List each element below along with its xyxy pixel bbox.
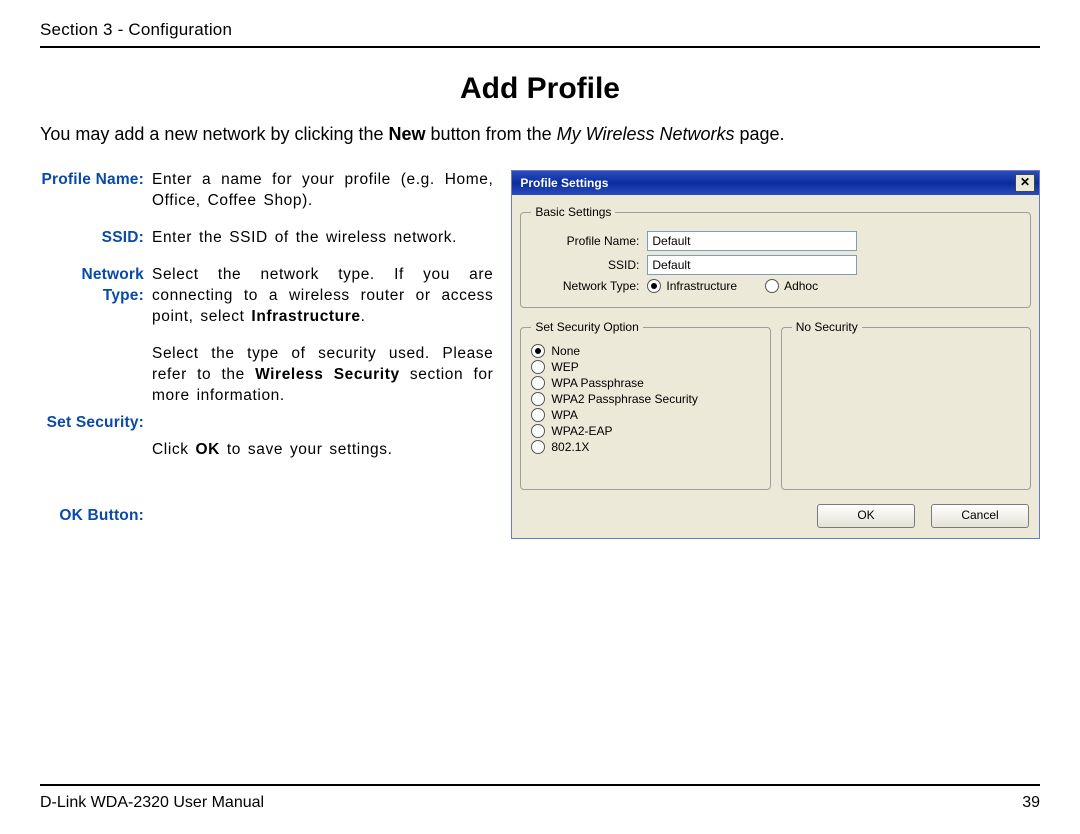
sec-opt-8021x[interactable]: 802.1X xyxy=(531,440,759,454)
intro-paragraph: You may add a new network by clicking th… xyxy=(40,122,1040,146)
window-titlebar: Profile Settings ✕ xyxy=(512,171,1039,195)
def-set-security: Set Security: xyxy=(40,413,493,434)
intro-new-bold: New xyxy=(389,124,426,144)
def-desc-security2: Click OK to save your settings. xyxy=(150,440,493,461)
window-body: Basic Settings Profile Name: Default SSI… xyxy=(512,195,1039,538)
def-label-ssid: SSID: xyxy=(40,228,150,249)
no-security-group: No Security xyxy=(781,320,1031,490)
radio-icon xyxy=(531,376,545,390)
footer-left: D-Link WDA-2320 User Manual xyxy=(40,794,264,812)
radio-icon xyxy=(765,279,779,293)
radio-icon xyxy=(531,360,545,374)
def-ssid: SSID: Enter the SSID of the wireless net… xyxy=(40,228,493,249)
section-header: Section 3 - Configuration xyxy=(40,20,1040,48)
radio-icon xyxy=(531,408,545,422)
intro-text-after: page. xyxy=(734,124,784,144)
sec-opt-wpa-passphrase[interactable]: WPA Passphrase xyxy=(531,376,759,390)
intro-page-ref: My Wireless Networks xyxy=(557,124,735,144)
profile-name-row: Profile Name: Default xyxy=(531,231,1020,251)
sec-opt-wpa2-passphrase[interactable]: WPA2 Passphrase Security xyxy=(531,392,759,406)
radio-infrastructure[interactable]: Infrastructure xyxy=(647,279,737,293)
def-label-network-type: Network Type: xyxy=(40,265,150,307)
sec-opt-wpapass-label: WPA Passphrase xyxy=(551,376,643,390)
intro-text-mid: button from the xyxy=(426,124,557,144)
intro-text-before: You may add a new network by clicking th… xyxy=(40,124,389,144)
sec-opt-wpa[interactable]: WPA xyxy=(531,408,759,422)
sec-opt-wep-label: WEP xyxy=(551,360,578,374)
network-type-label: Network Type: xyxy=(531,279,647,293)
sec-opt-wpa-label: WPA xyxy=(551,408,577,422)
radio-icon xyxy=(531,392,545,406)
def-desc-network-type: Select the network type. If you are conn… xyxy=(150,265,493,328)
def-label-ok-button: OK Button: xyxy=(40,506,150,527)
def-nettype-bold: Infrastructure xyxy=(251,308,360,325)
definitions-column: Profile Name: Enter a name for your prof… xyxy=(40,170,493,543)
sec-opt-8021x-label: 802.1X xyxy=(551,440,589,454)
radio-icon xyxy=(531,424,545,438)
ssid-input[interactable]: Default xyxy=(647,255,857,275)
profile-name-label: Profile Name: xyxy=(531,234,647,248)
def-sec2-a: Click xyxy=(152,441,196,458)
cancel-button[interactable]: Cancel xyxy=(931,504,1029,528)
profile-name-input[interactable]: Default xyxy=(647,231,857,251)
def-network-type: Network Type: Select the network type. I… xyxy=(40,265,493,328)
radio-icon xyxy=(531,344,545,358)
radio-icon xyxy=(647,279,661,293)
no-security-legend: No Security xyxy=(792,320,862,334)
ssid-label: SSID: xyxy=(531,258,647,272)
def-label-set-security: Set Security: xyxy=(40,413,150,434)
radio-adhoc-label: Adhoc xyxy=(784,279,818,293)
def-sec2-c: to save your settings. xyxy=(220,441,393,458)
network-type-row: Network Type: Infrastructure Adhoc xyxy=(531,279,1020,293)
page-title: Add Profile xyxy=(40,72,1040,106)
def-desc-security1: Select the type of security used. Please… xyxy=(150,344,493,407)
sec-opt-wpa2eap-label: WPA2-EAP xyxy=(551,424,612,438)
basic-settings-legend: Basic Settings xyxy=(531,205,615,219)
def-label-profile-name: Profile Name: xyxy=(40,170,150,191)
def-desc-profile-name: Enter a name for your profile (e.g. Home… xyxy=(150,170,493,212)
radio-icon xyxy=(531,440,545,454)
window-title-text: Profile Settings xyxy=(520,176,608,190)
button-row: OK Cancel xyxy=(520,498,1031,528)
security-option-group: Set Security Option None WEP WPA Passphr… xyxy=(520,320,770,490)
ssid-row: SSID: Default xyxy=(531,255,1020,275)
profile-settings-window: Profile Settings ✕ Basic Settings Profil… xyxy=(511,170,1040,539)
def-nettype-c: . xyxy=(361,308,366,325)
footer-right: 39 xyxy=(1022,794,1040,812)
def-sec2-bold: OK xyxy=(196,441,220,458)
sec-opt-wep[interactable]: WEP xyxy=(531,360,759,374)
def-profile-name: Profile Name: Enter a name for your prof… xyxy=(40,170,493,212)
def-set-security-desc2: Click OK to save your settings. xyxy=(40,440,493,461)
def-ok-button: OK Button: xyxy=(40,506,493,527)
security-option-legend: Set Security Option xyxy=(531,320,642,334)
basic-settings-group: Basic Settings Profile Name: Default SSI… xyxy=(520,205,1031,308)
def-set-security-desc1: Select the type of security used. Please… xyxy=(40,344,493,407)
sec-opt-wpa2eap[interactable]: WPA2-EAP xyxy=(531,424,759,438)
def-desc-ssid: Enter the SSID of the wireless network. xyxy=(150,228,493,249)
sec-opt-wpa2pass-label: WPA2 Passphrase Security xyxy=(551,392,698,406)
sec-opt-none[interactable]: None xyxy=(531,344,759,358)
close-icon[interactable]: ✕ xyxy=(1015,174,1035,192)
def-sec-bold: Wireless Security xyxy=(255,366,400,383)
radio-infra-label: Infrastructure xyxy=(666,279,737,293)
page-footer: D-Link WDA-2320 User Manual 39 xyxy=(40,784,1040,812)
radio-adhoc[interactable]: Adhoc xyxy=(765,279,818,293)
ok-button[interactable]: OK xyxy=(817,504,915,528)
sec-opt-none-label: None xyxy=(551,344,580,358)
